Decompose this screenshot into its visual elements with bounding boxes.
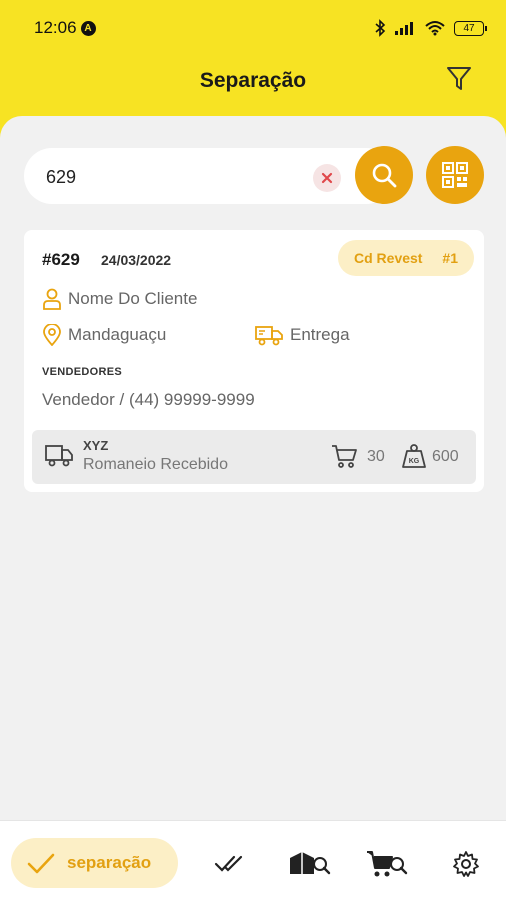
- box-search-icon: [290, 852, 331, 875]
- nav-conferencia[interactable]: [212, 847, 246, 881]
- status-left: 12:06 A: [34, 18, 96, 38]
- done-check-icon: [214, 855, 243, 872]
- location-pin-icon: [43, 324, 61, 346]
- battery-indicator: 47: [454, 20, 487, 36]
- search-input[interactable]: [46, 165, 316, 189]
- warehouse-badge: Cd Revest #1: [338, 240, 474, 276]
- nav-settings[interactable]: [449, 847, 483, 881]
- search-button[interactable]: [355, 146, 413, 204]
- nav-cart-search[interactable]: [365, 847, 409, 881]
- badge-label: Cd Revest: [354, 250, 423, 266]
- carrier-name: XYZ: [83, 438, 109, 453]
- app-bar: Separação: [0, 56, 506, 106]
- delivery-type: Entrega: [290, 325, 350, 344]
- cart-quantity: 30: [367, 448, 385, 465]
- bottom-nav: separação: [0, 820, 506, 900]
- order-date: 24/03/2022: [101, 252, 172, 268]
- search-icon: [372, 163, 397, 188]
- qr-scan-button[interactable]: [426, 146, 484, 204]
- content-panel: #629 24/03/2022 Cd Revest #1 Nome Do Cli…: [0, 116, 506, 820]
- order-card[interactable]: #629 24/03/2022 Cd Revest #1 Nome Do Cli…: [24, 230, 484, 492]
- user-icon: [43, 288, 61, 310]
- check-icon: [27, 853, 55, 874]
- order-number: #629: [42, 250, 80, 269]
- gear-icon: [453, 851, 479, 877]
- close-icon: [321, 172, 333, 184]
- weight-value: 600: [432, 448, 459, 465]
- delivery-row: Entrega: [254, 324, 350, 346]
- sellers-label: VENDEDORES: [42, 366, 123, 378]
- signal-icon: [395, 22, 413, 35]
- bluetooth-icon: [375, 19, 386, 37]
- nav-separacao-label: separação: [67, 853, 152, 872]
- seller-info: Vendedor / (44) 99999-9999: [42, 390, 255, 409]
- cart-search-icon: [367, 851, 408, 877]
- romaneio-strip: XYZ Romaneio Recebido 30 KG 600: [32, 430, 476, 484]
- nav-box-search[interactable]: [288, 847, 332, 881]
- client-name: Nome Do Cliente: [68, 289, 198, 308]
- wifi-icon: [425, 21, 445, 36]
- city-name: Mandaguaçu: [68, 325, 167, 344]
- page-title: Separação: [199, 69, 307, 92]
- status-bar: 12:06 A 47: [0, 0, 506, 56]
- romaneio-status: Romaneio Recebido: [83, 456, 228, 473]
- filter-icon: [447, 67, 471, 90]
- weight-kg-icon: KG: [402, 444, 426, 468]
- client-row: Nome Do Cliente: [42, 288, 197, 310]
- cart-icon: [332, 445, 357, 468]
- notification-icon: A: [80, 20, 96, 36]
- truck-icon: [45, 445, 73, 467]
- qr-code-icon: [442, 162, 468, 188]
- search-row: [24, 146, 486, 206]
- nav-separacao[interactable]: separação: [11, 838, 178, 888]
- badge-count: #1: [442, 250, 458, 266]
- delivery-truck-icon: [255, 326, 283, 346]
- weight-unit: KG: [409, 458, 420, 465]
- filter-button[interactable]: [444, 64, 474, 94]
- city-row: Mandaguaçu: [42, 324, 166, 346]
- clear-search-button[interactable]: [313, 164, 341, 192]
- status-time: 12:06: [34, 18, 77, 37]
- status-right: 47: [374, 19, 487, 37]
- search-box: [24, 148, 394, 204]
